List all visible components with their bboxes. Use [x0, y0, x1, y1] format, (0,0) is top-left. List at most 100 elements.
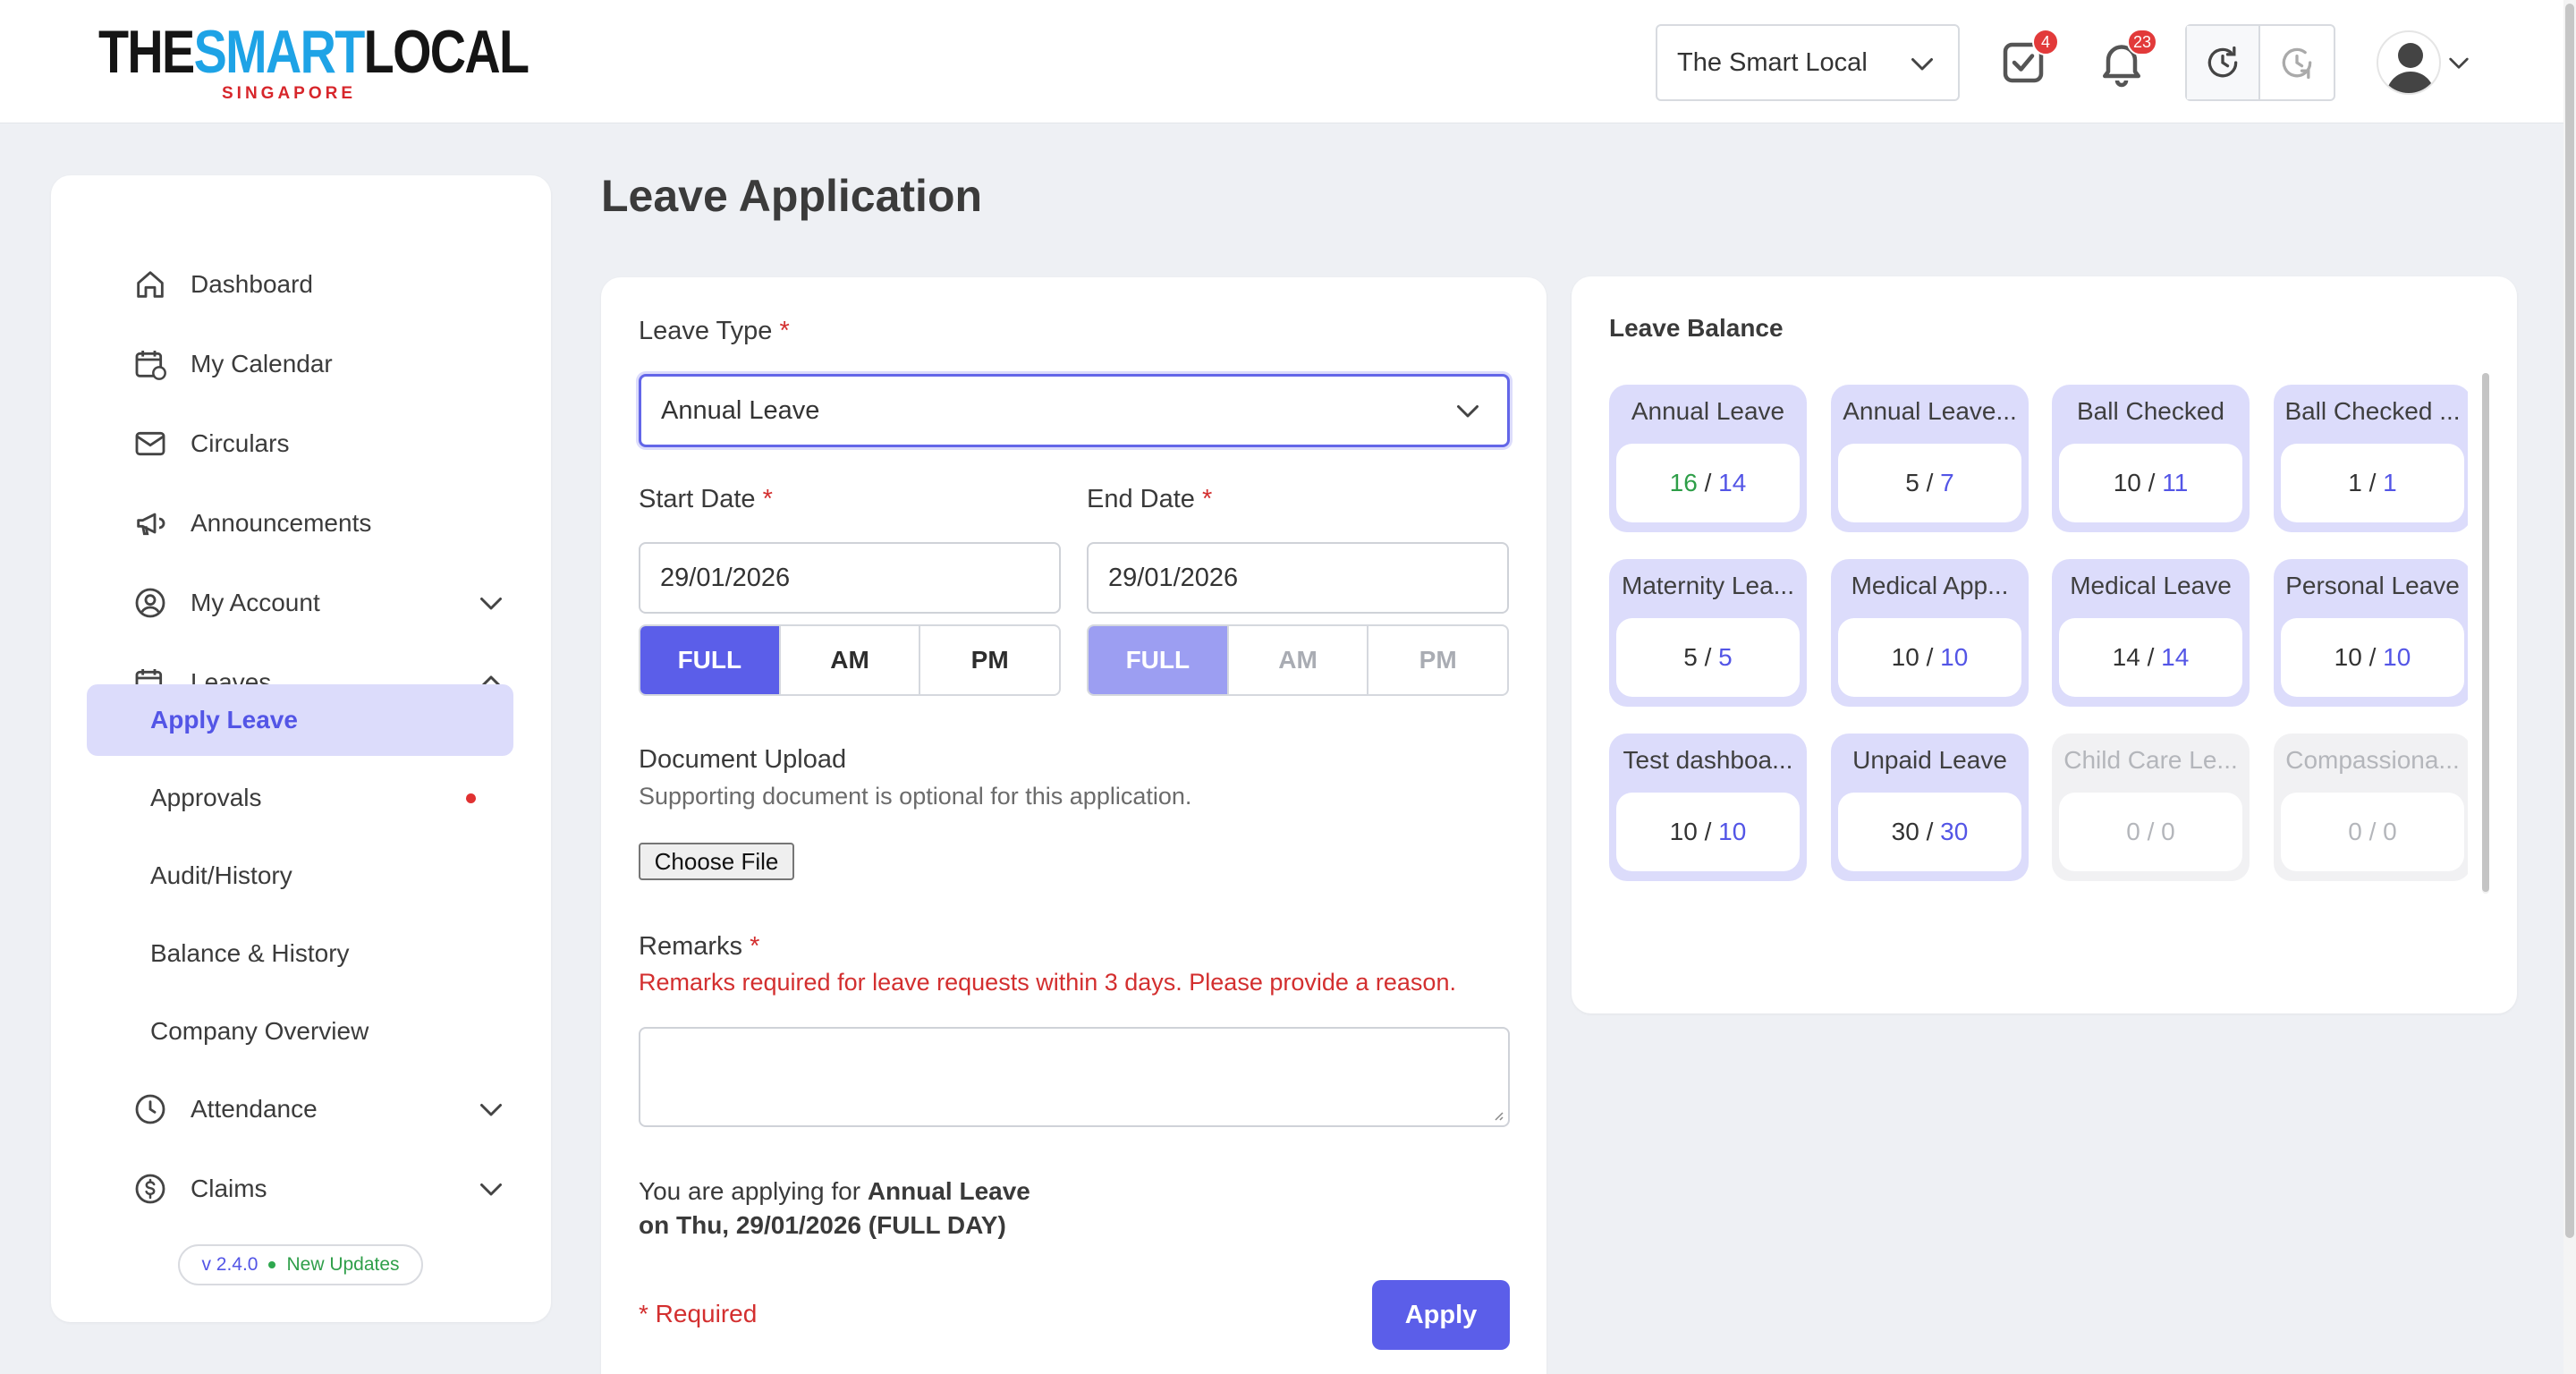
- leave-balance-value: 10 / 10: [2281, 618, 2464, 697]
- leave-balance-tile[interactable]: Personal Leave 10 / 10: [2274, 559, 2468, 707]
- leave-form-card: Leave Type * Annual Leave Start Date * E…: [601, 277, 1546, 1374]
- start-date-input[interactable]: 29/01/2026: [639, 542, 1061, 614]
- chevron-down-icon: [1911, 58, 1933, 71]
- clock-in-button[interactable]: [2187, 26, 2261, 99]
- sidebar-item-claims[interactable]: Claims: [131, 1153, 525, 1225]
- balance-scrollbar[interactable]: [2482, 373, 2489, 894]
- leave-balance-tile[interactable]: Ball Checked 10 / 11: [2052, 385, 2250, 532]
- leave-balance-tile[interactable]: Test dashboa... 10 / 10: [1609, 734, 1807, 881]
- sidebar-item-balance-history[interactable]: Balance & History: [87, 918, 513, 989]
- leave-balance-tile[interactable]: Medical Leave 14 / 14: [2052, 559, 2250, 707]
- leave-balance-tile[interactable]: Ball Checked ... 1 / 1: [2274, 385, 2468, 532]
- leave-total: 10: [2383, 643, 2411, 671]
- leave-separator: /: [1919, 469, 1941, 496]
- leave-type-name: Annual Leave: [1631, 397, 1785, 425]
- leave-balance-title: Leave Balance: [1609, 314, 1784, 342]
- calendar-icon: [131, 345, 169, 383]
- leave-type-name: Personal Leave: [2285, 572, 2460, 599]
- leave-total: 10: [1940, 643, 1969, 671]
- tasks-button[interactable]: 4: [1996, 29, 2059, 89]
- logo-subtitle: SINGAPORE: [222, 84, 357, 103]
- sidebar-item-attendance[interactable]: Attendance: [131, 1073, 525, 1145]
- leave-type-label: Leave Type *: [639, 317, 790, 345]
- leave-total: 14: [1718, 469, 1747, 496]
- end-pm-button[interactable]: PM: [1367, 626, 1507, 694]
- leave-total: 11: [2162, 469, 2189, 496]
- leave-balance-tile[interactable]: Child Care Le... 0 / 0: [2052, 734, 2250, 881]
- chevron-down-icon: [480, 598, 502, 610]
- sidebar-item-dashboard[interactable]: Dashboard: [131, 249, 525, 320]
- sidebar-item-my-calendar[interactable]: My Calendar: [131, 328, 525, 400]
- required-note: * Required: [639, 1300, 758, 1327]
- leave-used: 5: [1905, 469, 1919, 496]
- end-day-part-toggle: FULL AM PM: [1087, 624, 1509, 696]
- version-number: v 2.4.0: [201, 1254, 258, 1275]
- start-am-button[interactable]: AM: [778, 626, 919, 694]
- resize-handle-icon[interactable]: [1490, 1107, 1504, 1122]
- leave-separator: /: [2140, 469, 2163, 496]
- leave-type-name: Test dashboa...: [1623, 746, 1793, 774]
- apply-button[interactable]: Apply: [1372, 1280, 1510, 1350]
- leave-balance-tile[interactable]: Maternity Lea... 5 / 5: [1609, 559, 1807, 707]
- chevron-down-icon: [480, 1183, 502, 1196]
- end-date-input[interactable]: 29/01/2026: [1087, 542, 1509, 614]
- leave-type-name: Compassiona...: [2285, 746, 2460, 774]
- leave-used: 30: [1891, 818, 1919, 845]
- page-scrollbar[interactable]: [2563, 0, 2576, 1374]
- page-scroll-thumb[interactable]: [2565, 4, 2574, 1238]
- clock-out-button[interactable]: [2260, 26, 2334, 99]
- notifications-button[interactable]: 23: [2095, 29, 2157, 89]
- leave-separator: /: [1697, 469, 1719, 496]
- start-date-label: Start Date *: [639, 485, 773, 513]
- leave-balance-value: 0 / 0: [2281, 793, 2464, 871]
- user-menu[interactable]: [2377, 29, 2475, 97]
- leave-balance-tile[interactable]: Annual Leave 16 / 14: [1609, 385, 1807, 532]
- user-avatar-icon: [2385, 43, 2436, 93]
- remarks-error: Remarks required for leave requests with…: [639, 969, 1456, 996]
- leave-type-select[interactable]: Annual Leave: [639, 374, 1510, 447]
- notifications-badge: 23: [2126, 29, 2157, 55]
- company-logo[interactable]: THESMARTLOCAL SINGAPORE: [98, 21, 530, 104]
- leave-balance-value: 5 / 7: [1838, 444, 2021, 522]
- sidebar-item-approvals[interactable]: Approvals: [87, 762, 513, 834]
- leave-separator: /: [2361, 818, 2384, 845]
- leave-total: 0: [2161, 818, 2175, 845]
- chevron-down-icon: [1457, 405, 1479, 418]
- sidebar-item-circulars[interactable]: Circulars: [131, 408, 525, 479]
- leave-balance-tile[interactable]: Compassiona... 0 / 0: [2274, 734, 2468, 881]
- version-badge[interactable]: v 2.4.0 New Updates: [178, 1244, 423, 1285]
- leave-type-name: Ball Checked ...: [2284, 397, 2461, 425]
- leave-total: 10: [1718, 818, 1747, 845]
- end-am-button[interactable]: AM: [1226, 626, 1368, 694]
- start-pm-button[interactable]: PM: [919, 626, 1059, 694]
- clock-out-icon: [2282, 47, 2312, 80]
- sidebar: Dashboard My Calendar Circulars Announce…: [51, 175, 551, 1322]
- sidebar-item-apply-leave[interactable]: Apply Leave: [87, 684, 513, 756]
- balance-scroll-thumb[interactable]: [2482, 373, 2489, 892]
- remarks-textarea[interactable]: [639, 1027, 1510, 1127]
- leave-balance-tile[interactable]: Medical App... 10 / 10: [1831, 559, 2029, 707]
- leave-balance-tile[interactable]: Unpaid Leave 30 / 30: [1831, 734, 2029, 881]
- leave-type-name: Maternity Lea...: [1622, 572, 1794, 599]
- chevron-down-icon: [2449, 57, 2469, 69]
- start-full-button[interactable]: FULL: [640, 626, 779, 694]
- leave-balance-value: 0 / 0: [2059, 793, 2242, 871]
- sidebar-item-audit-history[interactable]: Audit/History: [87, 840, 513, 912]
- leave-balance-value: 16 / 14: [1616, 444, 1800, 522]
- leave-used: 16: [1669, 469, 1698, 496]
- update-dot: [268, 1261, 276, 1268]
- leave-balance-tile[interactable]: Annual Leave... 5 / 7: [1831, 385, 2029, 532]
- leave-type-name: Unpaid Leave: [1852, 746, 2007, 774]
- chevron-down-icon: [480, 1104, 502, 1116]
- end-full-button[interactable]: FULL: [1089, 626, 1227, 694]
- sidebar-item-announcements[interactable]: Announcements: [131, 488, 525, 559]
- leave-balance-grid: Annual Leave 16 / 14 Annual Leave... 5 / 7 B…: [1609, 385, 2468, 895]
- home-icon: [131, 266, 169, 303]
- leave-used: 1: [2348, 469, 2362, 496]
- sidebar-item-company-overview[interactable]: Company Overview: [87, 996, 513, 1067]
- company-select[interactable]: The Smart Local: [1656, 24, 1960, 101]
- choose-file-button[interactable]: Choose File: [639, 843, 794, 880]
- clock-in-icon: [2207, 46, 2238, 78]
- sidebar-item-my-account[interactable]: My Account: [131, 567, 525, 639]
- leave-separator: /: [2361, 469, 2384, 496]
